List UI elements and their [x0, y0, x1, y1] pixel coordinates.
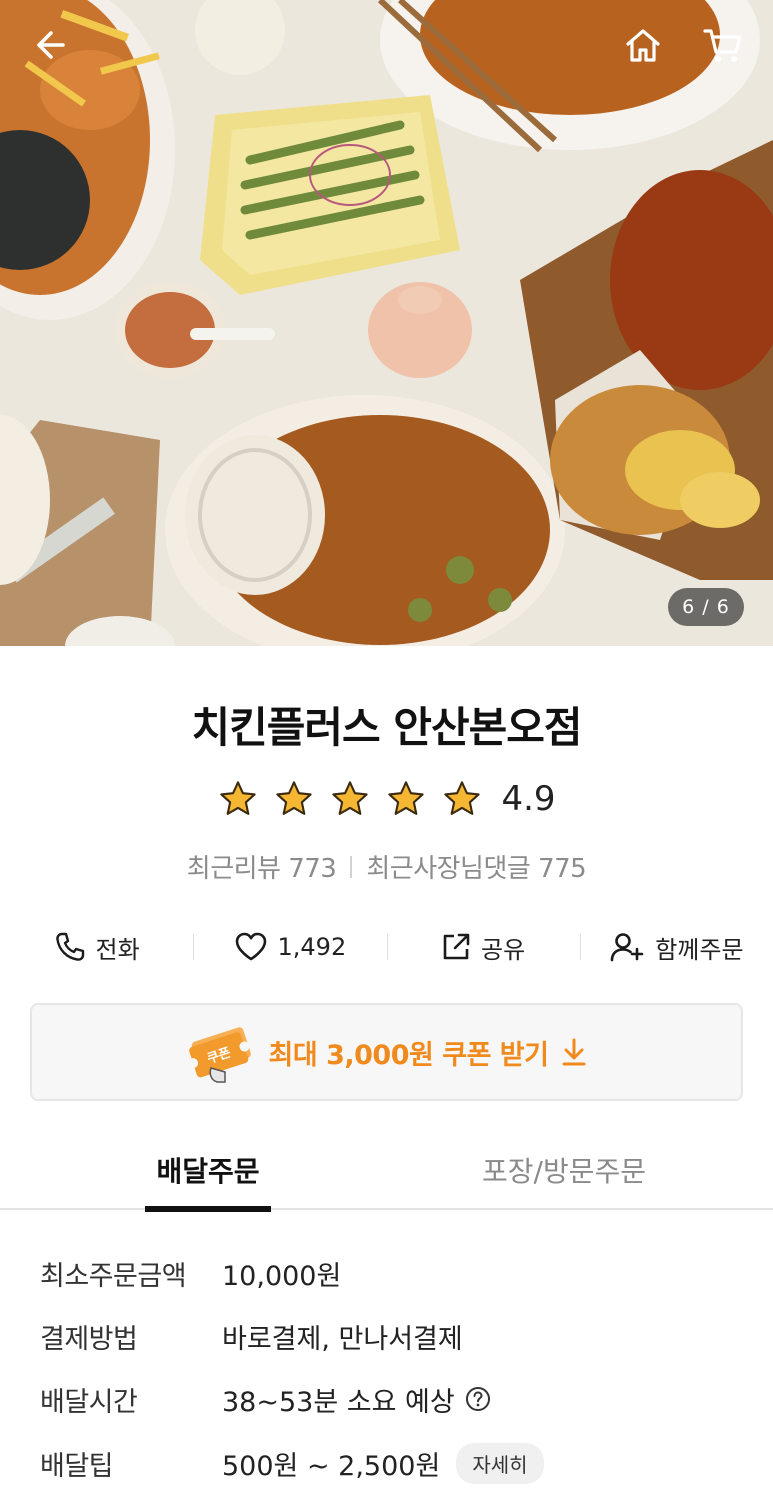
min-order-row: 최소주문금액 10,000원 — [40, 1250, 341, 1296]
action-bar: 전화 1,492 공유 함께주문 — [0, 920, 773, 974]
store-hero-image[interactable]: 6 / 6 — [0, 0, 773, 646]
help-icon[interactable] — [465, 1386, 491, 1412]
delivery-time-value: 38~53분 소요 예상 — [222, 1386, 455, 1418]
arrow-left-icon — [37, 31, 65, 59]
min-order-label: 최소주문금액 — [40, 1260, 187, 1292]
store-name: 치킨플러스 안산본오점 — [191, 703, 582, 752]
divider — [350, 855, 353, 878]
group-order-button[interactable]: 함께주문 — [579, 920, 773, 974]
delivery-tip-detail-button[interactable]: 자세히 — [456, 1442, 544, 1484]
delivery-tip-row: 배달팁 500원 ~ 2,500원 자세히 — [40, 1440, 544, 1486]
tab-delivery[interactable]: 배달주문 — [100, 1130, 316, 1212]
star-icon — [276, 781, 313, 815]
back-button[interactable] — [26, 22, 72, 68]
owner-replies-link[interactable]: 최근사장님댓글 775 — [366, 848, 586, 885]
favorite-count: 1,492 — [277, 933, 347, 961]
star-icon — [332, 781, 369, 815]
share-button[interactable]: 공유 — [386, 920, 580, 974]
delivery-time-label: 배달시간 — [40, 1386, 138, 1418]
call-label: 전화 — [95, 935, 140, 964]
payment-row: 결제방법 바로결제, 만나서결제 — [40, 1313, 463, 1359]
rating-row[interactable]: 4.9 — [0, 778, 773, 820]
home-icon — [626, 29, 660, 62]
coupon-banner[interactable]: 쿠폰 최대 3,000원 쿠폰 받기 — [30, 1003, 743, 1101]
add-person-icon — [610, 933, 644, 962]
call-button[interactable]: 전화 — [0, 920, 193, 974]
home-button[interactable] — [620, 22, 666, 68]
share-icon — [443, 933, 470, 960]
download-icon — [562, 1038, 586, 1066]
share-label: 공유 — [481, 935, 526, 964]
favorite-button[interactable]: 1,492 — [193, 920, 386, 974]
cart-icon — [703, 29, 742, 62]
payment-label: 결제방법 — [40, 1323, 138, 1355]
delivery-time-value-wrap: 38~53분 소요 예상 — [222, 1380, 491, 1419]
payment-value: 바로결제, 만나서결제 — [222, 1323, 463, 1355]
star-icon — [388, 781, 425, 815]
min-order-value: 10,000원 — [222, 1260, 342, 1292]
image-counter: 6 / 6 — [668, 588, 744, 626]
group-order-label: 함께주문 — [655, 935, 744, 964]
star-icon — [444, 781, 481, 815]
recent-reviews-link[interactable]: 최근리뷰 773 — [187, 848, 337, 885]
delivery-tip-label: 배달팁 — [40, 1450, 114, 1482]
delivery-tip-value: 500원 ~ 2,500원 — [222, 1450, 441, 1482]
coupon-label: 최대 3,000원 쿠폰 받기 — [268, 1039, 549, 1071]
order-type-tabs: 배달주문 포장/방문주문 — [0, 1130, 773, 1212]
delivery-tip-value-wrap: 500원 ~ 2,500원 자세히 — [222, 1442, 544, 1484]
coupon-icon: 쿠폰 — [187, 1027, 251, 1083]
rating-value: 4.9 — [501, 779, 556, 819]
phone-icon — [55, 932, 84, 961]
food-photo — [0, 0, 773, 646]
review-meta: 최근리뷰 773 최근사장님댓글 775 — [0, 848, 773, 885]
delivery-time-row: 배달시간 38~53분 소요 예상 — [40, 1376, 491, 1422]
cart-button[interactable] — [700, 22, 746, 68]
tab-pickup[interactable]: 포장/방문주문 — [456, 1130, 672, 1210]
heart-icon — [235, 932, 266, 961]
star-icon — [220, 781, 257, 815]
